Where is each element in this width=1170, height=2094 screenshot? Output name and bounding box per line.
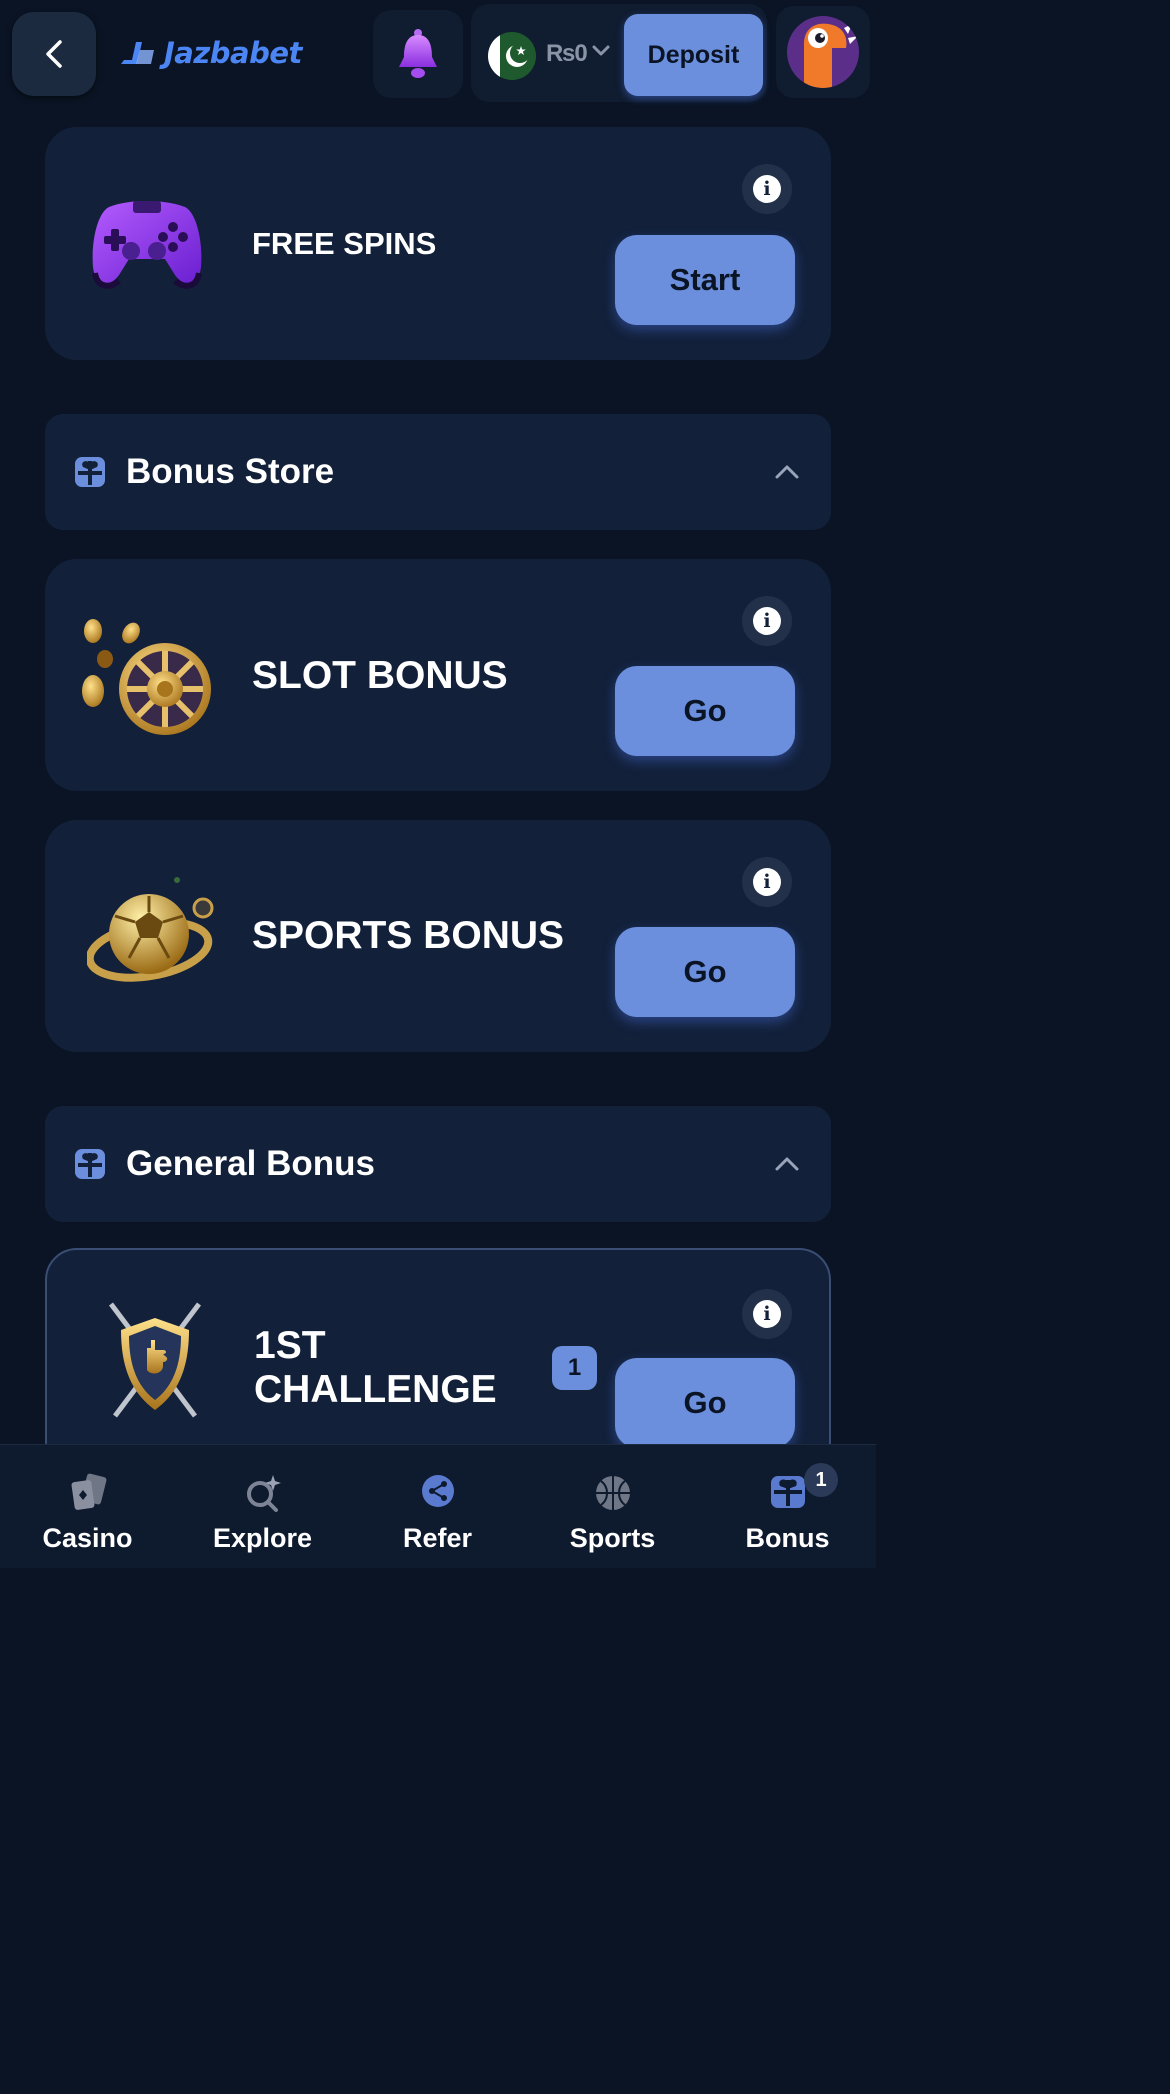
nav-casino-label: Casino [42, 1523, 133, 1553]
sports-bonus-card: SPORTS BONUS i Go [45, 820, 831, 1052]
deposit-button[interactable]: Deposit [624, 14, 763, 96]
avatar[interactable] [776, 6, 870, 98]
nav-refer-label: Refer [402, 1523, 473, 1553]
slot-bonus-title: SLOT BONUS [252, 654, 508, 697]
football-globe-icon [87, 877, 214, 982]
chevron-up-icon[interactable] [774, 1154, 800, 1172]
nav-sports-label: Sports [569, 1523, 656, 1553]
basketball-icon [595, 1476, 630, 1510]
challenge-count-badge: 1 [552, 1346, 597, 1390]
nav-sports[interactable]: Sports [525, 1445, 700, 1569]
free-spins-start-button[interactable]: Start [615, 235, 795, 325]
nav-explore-label: Explore [212, 1523, 313, 1553]
logo-text: Jazbabet [164, 36, 302, 70]
bell-icon [399, 29, 437, 78]
sports-bonus-go-button[interactable]: Go [615, 927, 795, 1017]
nav-explore[interactable]: Explore [175, 1445, 350, 1569]
cards-icon [71, 1473, 106, 1510]
general-bonus-title: General Bonus [126, 1144, 375, 1183]
slot-bonus-go-button[interactable]: Go [615, 666, 795, 756]
gamepad-icon [92, 201, 202, 289]
info-icon: i [753, 868, 781, 896]
nav-bonus[interactable]: 1 Bonus [700, 1445, 875, 1569]
general-bonus-header[interactable]: General Bonus [45, 1106, 831, 1222]
nav-bonus-label: Bonus [745, 1523, 830, 1553]
free-spins-info-button[interactable]: i [742, 164, 792, 214]
explore-icon [246, 1475, 281, 1512]
sports-bonus-title: SPORTS BONUS [252, 914, 565, 957]
slot-bonus-card: SLOT BONUS i Go [45, 559, 831, 791]
first-challenge-title-line2: CHALLENGE [254, 1368, 497, 1411]
info-icon: i [753, 607, 781, 635]
avatar-dino-icon [787, 16, 859, 88]
sports-bonus-info-button[interactable]: i [742, 857, 792, 907]
gift-icon [75, 1149, 105, 1179]
gift-icon [770, 1476, 805, 1508]
wallet-panel: ₨0 Deposit [471, 4, 767, 102]
notifications-button[interactable] [373, 10, 463, 98]
free-spins-card: FREE SPINS i Start [45, 127, 831, 360]
logo[interactable]: Jazbabet [118, 30, 302, 76]
first-challenge-info-button[interactable]: i [742, 1289, 792, 1339]
nav-casino[interactable]: Casino [0, 1445, 175, 1569]
gift-icon [75, 457, 105, 487]
back-chevron-icon [46, 40, 62, 68]
share-icon [421, 1475, 454, 1507]
info-icon: i [753, 175, 781, 203]
free-spins-title: FREE SPINS [252, 226, 437, 261]
first-challenge-go-button[interactable]: Go [615, 1358, 795, 1448]
pakistan-flag-icon[interactable] [488, 32, 536, 80]
bonus-count-badge: 1 [804, 1463, 838, 1497]
balance-text: ₨0 [546, 40, 588, 67]
bonus-store-title: Bonus Store [126, 452, 335, 491]
nav-refer[interactable]: Refer [350, 1445, 525, 1569]
slot-bonus-info-button[interactable]: i [742, 596, 792, 646]
bottom-nav: Casino Explore Refer Sports 1 Bonus [0, 1444, 876, 1568]
info-icon: i [753, 1300, 781, 1328]
chevron-up-icon[interactable] [774, 462, 800, 480]
bonus-store-header[interactable]: Bonus Store [45, 414, 831, 530]
top-bar: Jazbabet ₨0 Deposit [0, 0, 876, 108]
chevron-down-icon[interactable] [591, 44, 611, 58]
logo-mark-icon [121, 42, 154, 64]
first-challenge-title-line1: 1ST [254, 1324, 326, 1367]
shield-swords-icon [109, 1302, 201, 1418]
back-button[interactable] [12, 12, 96, 96]
roulette-coins-icon [82, 619, 211, 735]
